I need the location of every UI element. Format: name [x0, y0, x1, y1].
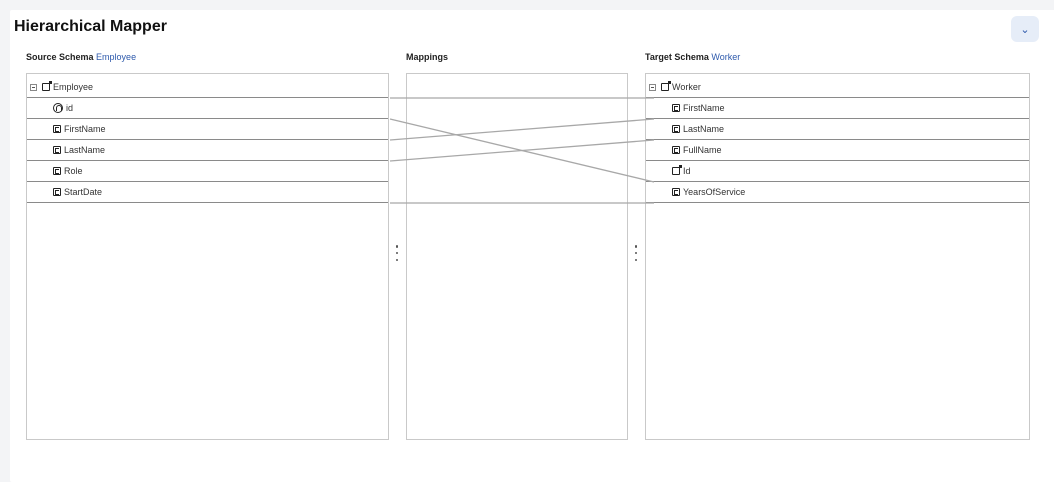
mappings-header: Mappings [406, 52, 448, 62]
target-field-row[interactable]: YearsOfService [646, 182, 1029, 203]
target-field-label: YearsOfService [683, 187, 746, 197]
left-splitter-handle[interactable] [395, 245, 399, 261]
complex-type-icon [42, 81, 52, 91]
source-root-node[interactable]: Employee [27, 77, 388, 98]
source-field-row[interactable]: id [27, 98, 388, 119]
source-field-label: LastName [64, 145, 106, 155]
target-field-row[interactable]: Id [646, 161, 1029, 182]
element-icon [672, 188, 680, 196]
complex-type-icon [661, 81, 671, 91]
source-root-label: Employee [53, 82, 94, 92]
element-icon [53, 167, 61, 175]
source-schema-name[interactable]: Employee [96, 52, 136, 62]
source-schema-label: Source Schema [26, 52, 94, 62]
drag-dot [395, 258, 399, 261]
right-splitter-handle[interactable] [634, 245, 638, 261]
drag-dot [395, 251, 399, 255]
element-icon [53, 146, 61, 154]
source-field-row[interactable]: FirstName [27, 119, 388, 140]
source-field-label: id [66, 103, 74, 113]
target-root-node[interactable]: Worker [646, 77, 1029, 98]
source-field-row[interactable]: StartDate [27, 182, 388, 203]
mappings-panel [406, 73, 628, 440]
element-icon [53, 188, 61, 196]
chevron-down-icon: ⌄ [1020, 23, 1030, 36]
source-field-label: FirstName [64, 124, 106, 134]
source-schema-header: Source Schema Employee [26, 52, 136, 62]
complex-type-icon [672, 165, 682, 175]
attribute-icon [53, 103, 63, 113]
target-field-row[interactable]: FirstName [646, 98, 1029, 119]
target-schema-name[interactable]: Worker [711, 52, 740, 62]
element-icon [672, 125, 680, 133]
target-tree-panel: Worker FirstName LastName FullName Id Ye… [645, 73, 1030, 440]
element-icon [672, 146, 680, 154]
element-icon [672, 104, 680, 112]
target-field-label: Id [683, 166, 691, 176]
target-schema-header: Target Schema Worker [645, 52, 740, 62]
target-field-label: FirstName [683, 103, 725, 113]
source-tree-panel: Employee id FirstName LastName Role Star… [26, 73, 389, 440]
source-field-row[interactable]: Role [27, 161, 388, 182]
element-icon [53, 125, 61, 133]
page-title: Hierarchical Mapper [14, 18, 167, 35]
target-root-label: Worker [672, 82, 701, 92]
mappings-label: Mappings [406, 52, 448, 62]
drag-dot [395, 245, 399, 248]
source-field-label: Role [64, 166, 83, 176]
drag-dot [634, 245, 638, 248]
target-field-label: LastName [683, 124, 725, 134]
target-field-row[interactable]: LastName [646, 119, 1029, 140]
target-field-row[interactable]: FullName [646, 140, 1029, 161]
source-field-label: StartDate [64, 187, 103, 197]
drag-dot [634, 258, 638, 261]
source-field-row[interactable]: LastName [27, 140, 388, 161]
collapse-node-icon[interactable] [649, 83, 656, 91]
target-field-label: FullName [683, 145, 722, 155]
collapse-button[interactable]: ⌄ [1011, 16, 1039, 42]
collapse-node-icon[interactable] [30, 83, 37, 91]
drag-dot [634, 251, 638, 255]
target-schema-label: Target Schema [645, 52, 709, 62]
